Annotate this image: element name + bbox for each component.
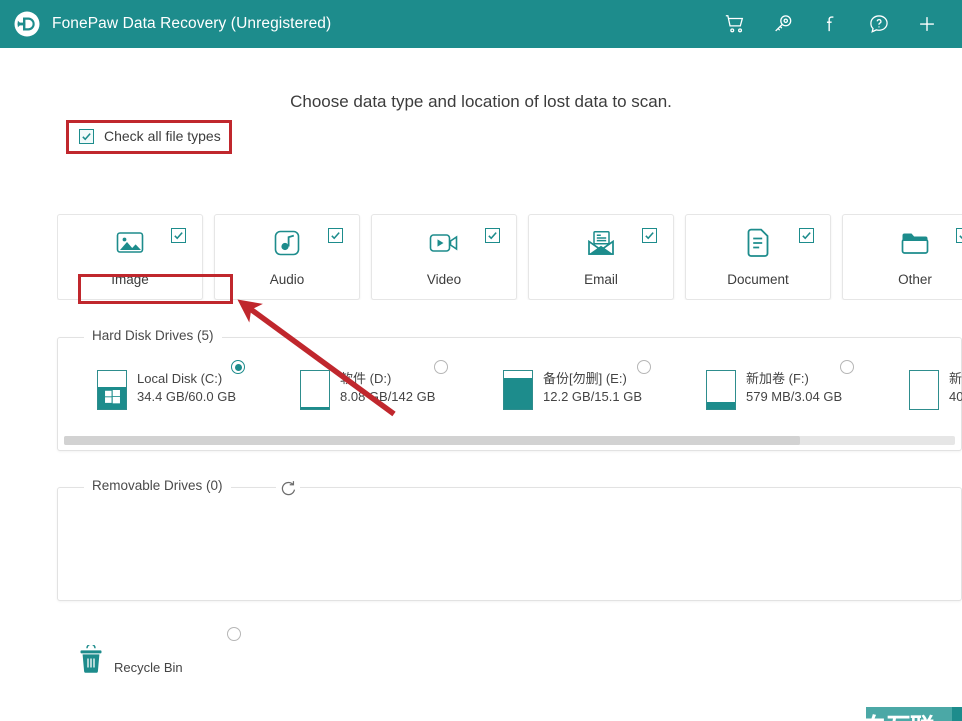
drive-icon-f — [706, 370, 736, 410]
drive-name: 新加卷 (F:) — [746, 371, 809, 386]
refresh-icon[interactable] — [276, 476, 300, 500]
hard-disk-drive-list: Local Disk (C:) 34.4 GB/60.0 GB 软件 (D:) … — [58, 338, 962, 436]
help-icon[interactable] — [866, 11, 892, 37]
app-window: FonePaw Data Recovery (Unregistered) Cho… — [0, 0, 962, 721]
hard-disk-drives-panel: Hard Disk Drives (5) Local Disk (C:) 34.… — [57, 328, 962, 451]
cart-icon[interactable] — [722, 11, 748, 37]
file-type-checkbox-audio[interactable] — [328, 228, 343, 243]
check-all-label: Check all file types — [104, 128, 221, 144]
recycle-bin-item[interactable]: Recycle Bin — [70, 623, 300, 683]
other-icon — [898, 228, 932, 258]
file-type-label: Audio — [269, 272, 305, 287]
drive-size: 12.2 GB/15.1 GB — [543, 389, 643, 404]
trash-icon — [78, 643, 104, 675]
file-type-label: Document — [727, 272, 789, 287]
drive-name: 软件 (D:) — [340, 371, 392, 386]
file-type-label: Email — [584, 272, 618, 287]
drive-icon-e — [503, 370, 533, 410]
audio-icon — [270, 228, 304, 258]
drive-icon-g — [909, 370, 939, 410]
drive-item-e[interactable]: 备份[勿删] (E:) 12.2 GB/15.1 GB — [489, 338, 692, 436]
scrollbar-thumb[interactable] — [64, 436, 800, 445]
file-type-card-image[interactable]: Image — [57, 214, 203, 300]
main-content: Choose data type and location of lost da… — [0, 48, 962, 721]
file-type-label: Image — [111, 272, 149, 287]
plus-icon[interactable] — [914, 11, 940, 37]
drive-icon-c — [97, 370, 127, 410]
file-type-checkbox-other[interactable] — [956, 228, 962, 243]
file-type-checkbox-video[interactable] — [485, 228, 500, 243]
recycle-bin-label: Recycle Bin — [114, 660, 183, 675]
drive-item-f[interactable]: 新加卷 (F:) 579 MB/3.04 GB — [692, 338, 895, 436]
file-type-card-strip: Image Audio Video Email Document Other — [57, 214, 962, 300]
drive-item-c[interactable]: Local Disk (C:) 34.4 GB/60.0 GB — [83, 338, 286, 436]
key-icon[interactable] — [770, 11, 796, 37]
fonepaw-logo — [14, 11, 40, 37]
file-type-card-video[interactable]: Video — [371, 214, 517, 300]
file-type-label: Other — [898, 272, 932, 287]
file-type-card-other[interactable]: Other — [842, 214, 962, 300]
drive-text-g: 新加卷 (G:) 40.0 GB — [949, 370, 962, 406]
email-icon — [584, 228, 618, 258]
removable-drives-panel: Removable Drives (0) — [57, 476, 962, 601]
check-all-checkbox[interactable] — [79, 128, 94, 144]
file-type-checkbox-image[interactable] — [171, 228, 186, 243]
watermark-text: 白互联 — [866, 708, 935, 721]
video-icon — [427, 228, 461, 258]
drive-item-g[interactable]: 新加卷 (G:) 40.0 GB — [895, 338, 962, 436]
image-icon — [113, 228, 147, 258]
page-title: Choose data type and location of lost da… — [290, 92, 672, 111]
recycle-bin-radio[interactable] — [227, 627, 241, 641]
drive-item-d[interactable]: 软件 (D:) 8.08 GB/142 GB — [286, 338, 489, 436]
app-title: FonePaw Data Recovery (Unregistered) — [52, 15, 332, 32]
drive-text-f: 新加卷 (F:) 579 MB/3.04 GB — [746, 370, 842, 406]
file-type-card-email[interactable]: Email — [528, 214, 674, 300]
drive-radio-d[interactable] — [434, 360, 448, 374]
drive-size: 579 MB/3.04 GB — [746, 389, 843, 404]
document-icon — [741, 228, 775, 258]
drive-text-d: 软件 (D:) 8.08 GB/142 GB — [340, 370, 435, 406]
removable-drives-legend: Removable Drives (0) — [84, 478, 231, 493]
drive-text-c: Local Disk (C:) 34.4 GB/60.0 GB — [137, 370, 236, 406]
watermark-overlay: 白互联 — [866, 707, 952, 721]
title-bar: FonePaw Data Recovery (Unregistered) — [0, 0, 962, 48]
drive-size: 34.4 GB/60.0 GB — [137, 389, 237, 404]
drive-text-e: 备份[勿删] (E:) 12.2 GB/15.1 GB — [543, 370, 642, 406]
facebook-icon[interactable] — [818, 11, 844, 37]
drive-size: 8.08 GB/142 GB — [340, 389, 436, 404]
drive-size: 40.0 GB — [949, 389, 962, 404]
drive-name: Local Disk (C:) — [137, 371, 223, 386]
file-type-checkbox-email[interactable] — [642, 228, 657, 243]
check-all-file-types-row[interactable]: Check all file types — [79, 128, 221, 144]
drive-name: 备份[勿删] (E:) — [543, 371, 627, 386]
file-type-card-document[interactable]: Document — [685, 214, 831, 300]
file-type-card-audio[interactable]: Audio — [214, 214, 360, 300]
drive-name: 新加卷 (G:) — [949, 371, 962, 386]
file-type-checkbox-document[interactable] — [799, 228, 814, 243]
file-type-label: Video — [426, 272, 462, 287]
hard-disk-drives-horizontal-scrollbar[interactable] — [64, 436, 955, 445]
drive-icon-d — [300, 370, 330, 410]
titlebar-icon-group — [722, 11, 940, 37]
